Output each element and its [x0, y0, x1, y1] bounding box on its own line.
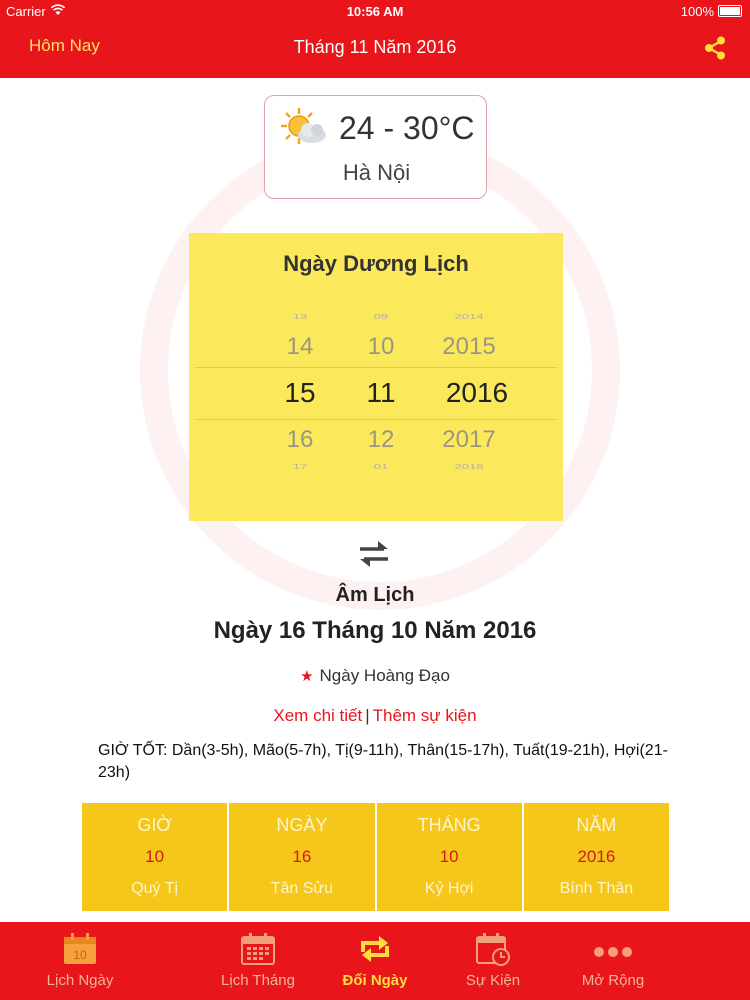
event-icon: [476, 933, 510, 966]
day-option[interactable]: 16: [269, 426, 331, 454]
more-icon: [594, 947, 632, 957]
day-type-label: Ngày Hoàng Đạo: [319, 666, 450, 685]
cell-can-chi: Quý Tị: [131, 880, 179, 897]
link-separator: |: [365, 706, 370, 725]
day-type: ★ Ngày Hoàng Đạo: [0, 666, 750, 686]
tab-bar: 10 Lịch Ngày Lịch Tháng Đổi Ngày Sự Kiện…: [0, 922, 750, 1000]
day-option[interactable]: 13: [269, 312, 331, 320]
partly-cloudy-icon: [281, 108, 326, 144]
day-option[interactable]: 17: [269, 462, 331, 470]
tab-more[interactable]: Mở Rộng: [538, 922, 688, 1000]
year-selected[interactable]: 2016: [433, 377, 521, 409]
cell-header: THÁNG: [417, 815, 481, 835]
battery-percent: 100%: [680, 4, 714, 19]
tab-daily-calendar[interactable]: 10 Lịch Ngày: [5, 922, 155, 1000]
add-event-link[interactable]: Thêm sự kiện: [373, 706, 477, 725]
weather-card[interactable]: 24 - 30°C Hà Nội: [264, 95, 487, 199]
calendar-month-icon: [241, 933, 275, 965]
cell-header: NĂM: [576, 815, 617, 835]
day-wheel[interactable]: 13 14 15 16 17: [269, 233, 331, 521]
cell-value: 2016: [577, 847, 616, 866]
tab-label: Mở Rộng: [581, 972, 645, 989]
month-option[interactable]: 12: [350, 426, 412, 454]
year-option[interactable]: 2015: [425, 333, 513, 361]
month-selected[interactable]: 11: [350, 377, 412, 409]
cell-header: NGÀY: [276, 815, 328, 835]
table-cell-month: THÁNG 10 Kỷ Hợi: [376, 803, 522, 911]
calendar-day-icon: 10: [64, 933, 96, 964]
status-time: 10:56 AM: [346, 4, 404, 19]
cell-value: 16: [292, 847, 312, 866]
action-links: Xem chi tiết | Thêm sự kiện: [0, 706, 750, 726]
year-option[interactable]: 2017: [425, 426, 513, 454]
city-name: Hà Nội: [342, 160, 411, 185]
year-option[interactable]: 2018: [425, 462, 513, 470]
cell-can-chi: Bính Thân: [559, 880, 634, 897]
year-option[interactable]: 2014: [425, 312, 513, 320]
day-option[interactable]: 14: [269, 333, 331, 361]
star-icon: ★: [300, 668, 314, 685]
cell-can-chi: Tân Sửu: [270, 880, 334, 897]
can-chi-table: GIỜ 10 Quý Tị NGÀY 16 Tân Sửu THÁNG 10 K…: [82, 803, 669, 911]
table-cell-day: NGÀY 16 Tân Sửu: [229, 803, 375, 911]
convert-date-icon: [361, 936, 389, 962]
day-selected[interactable]: 15: [269, 377, 331, 409]
calendar-badge: 10: [73, 948, 87, 962]
view-detail-link[interactable]: Xem chi tiết: [273, 706, 362, 725]
cell-can-chi: Kỷ Hợi: [424, 880, 474, 897]
nav-bar: Hôm Nay Tháng 11 Năm 2016: [0, 22, 750, 78]
temperature-range: 24 - 30°C: [339, 110, 475, 146]
tab-label: Lịch Ngày: [46, 972, 114, 989]
month-option[interactable]: 10: [350, 333, 412, 361]
lunar-date: Ngày 16 Tháng 10 Năm 2016: [213, 617, 537, 644]
month-wheel[interactable]: 09 10 11 12 01: [350, 233, 412, 521]
table-cell-year: NĂM 2016 Bính Thân: [523, 803, 669, 911]
lunar-label: Âm Lịch: [335, 584, 415, 606]
year-wheel[interactable]: 2014 2015 2016 2017 2018: [425, 233, 513, 521]
cell-header: GIỜ: [137, 815, 172, 835]
battery-icon: [718, 5, 742, 17]
good-hours-text: GIỜ TỐT: Dần(3-5h), Mão(5-7h), Tị(9-11h)…: [98, 742, 668, 781]
share-icon[interactable]: [700, 33, 730, 63]
status-bar: Carrier 10:56 AM 100%: [0, 0, 750, 22]
table-cell-hour: GIỜ 10 Quý Tị: [82, 803, 228, 911]
page-title: Tháng 11 Năm 2016: [293, 37, 457, 57]
month-option[interactable]: 09: [350, 312, 412, 320]
solar-date-picker[interactable]: Ngày Dương Lịch 13 14 15 16 17 09 10 11 …: [189, 233, 563, 521]
cell-value: 10: [145, 847, 165, 866]
swap-arrows-icon: [360, 541, 388, 567]
month-option[interactable]: 01: [350, 462, 412, 470]
cell-value: 10: [439, 847, 459, 866]
